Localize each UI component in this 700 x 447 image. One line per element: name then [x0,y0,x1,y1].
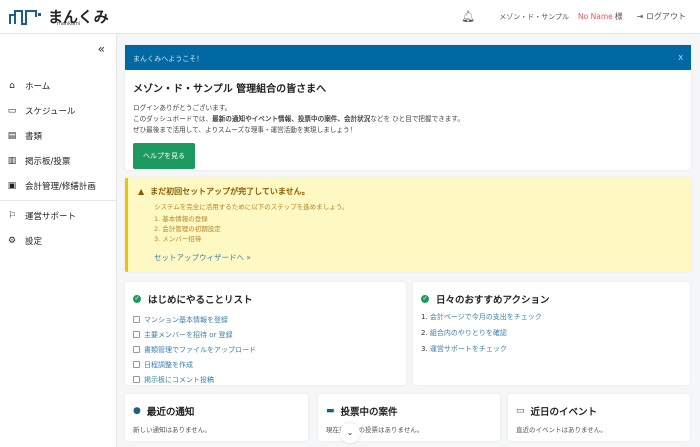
votes-title: 投票中の案件 [341,404,398,418]
chevron-down-icon: ⌄ [347,428,354,437]
setup-text: システムを完全に活用するために以下のステップを進めましょう。 [154,202,681,212]
logo-icon [9,9,43,25]
welcome-title: メゾン・ド・サンプル 管理組合の皆さまへ [133,80,683,95]
logout-icon: ⇥ [637,12,644,21]
checkbox[interactable] [133,376,140,383]
welcome-text: ログインありがとうございます。 このダッシュボードでは、最新の通知やイベント情報… [133,103,683,136]
action-item[interactable]: 2. 組合内のやりとりを確認 [421,328,682,344]
todo-item[interactable]: 主要メンバーを招待 or 登録 [133,327,398,342]
logo-subtitle: mankumi [57,21,80,27]
flag-icon: ⚐ [6,211,18,221]
bell-icon[interactable]: 🔔︎ [461,10,475,23]
gear-icon: ⚙ [6,236,18,246]
calendar-icon: ▭ [516,406,525,416]
checkbox[interactable] [133,316,140,323]
setup-step: 1. 基本情報の登録 [154,214,681,224]
close-button[interactable]: X [678,54,683,61]
setup-step: 2. 会計管理の初期設定 [154,224,681,234]
sidebar-item-documents[interactable]: ▤ 書類 [0,123,116,148]
bell-icon: ● [133,406,141,416]
todo-item[interactable]: 日程調整を作成 [133,357,398,372]
todo-item[interactable]: 掲示板にコメント投稿 [133,372,398,387]
sidebar-item-board[interactable]: ▥ 掲示板/投票 [0,148,116,173]
actions-title: 日々のおすすめアクション [436,292,550,306]
notices-card: ● 最近の通知 新しい通知はありません。 [125,394,308,441]
actions-card: ✓ 日々のおすすめアクション 1. 会計ページで今月の支出をチェック 2. 組合内… [413,282,690,385]
scroll-down-button[interactable]: ⌄ [340,423,360,443]
sidebar-item-label: ホーム [25,80,50,92]
calendar-icon: ▭ [6,106,18,116]
accounting-icon: ▣ [6,181,18,191]
help-button[interactable]: ヘルプを見る [133,143,195,169]
user-name: No Name [578,12,613,21]
check-circle-icon: ✓ [421,295,429,303]
sidebar-item-label: 会計管理/修繕計画 [25,180,96,192]
setup-warning: ▲ まだ初回セットアップが完了していません。 システムを完全に活用するために以下の… [125,178,691,272]
sidebar-item-label: 運営サポート [25,210,76,222]
logout-button[interactable]: ⇥ ログアウト [637,11,686,22]
ballot-icon: ▬ [326,406,335,416]
sidebar-item-schedule[interactable]: ▭ スケジュール [0,98,116,123]
honorific: 様 [615,11,623,22]
sidebar-item-accounting[interactable]: ▣ 会計管理/修繕計画 [0,173,116,198]
sidebar-item-home[interactable]: ⌂ ホーム [0,73,116,98]
logout-label: ログアウト [646,12,686,21]
setup-step: 3. メンバー招待 [154,234,681,244]
setup-title: まだ初回セットアップが完了していません。 [150,186,310,197]
sidebar-item-label: 掲示板/投票 [25,155,70,167]
notices-title: 最近の通知 [147,404,195,418]
top-header: まんくみ mankumi 🔔︎ メゾン・ド・サンプル No Name 様 ⇥ ロ… [0,0,700,34]
collapse-sidebar-icon[interactable]: « [98,42,105,56]
org-name: メゾン・ド・サンプル [499,12,569,22]
sidebar-item-label: スケジュール [25,105,75,117]
welcome-bar-title: まんくみへようこそ！ [133,54,203,61]
checkbox[interactable] [133,361,140,368]
action-item[interactable]: 3. 運営サポートをチェック [421,344,682,360]
warning-icon: ▲ [138,187,144,196]
welcome-card: まんくみへようこそ！ X メゾン・ド・サンプル 管理組合の皆さまへ ログインありが… [125,45,691,170]
document-icon: ▤ [6,131,18,141]
todo-item[interactable]: 書類管理でファイルをアップロード [133,342,398,357]
checkbox[interactable] [133,346,140,353]
events-card: ▭ 近日のイベント 直近のイベントはありません。 [508,394,690,441]
sidebar-item-support[interactable]: ⚐ 運営サポート [0,203,116,228]
sidebar: « ⌂ ホーム ▭ スケジュール ▤ 書類 ▥ 掲示板/投票 ▣ 会計管理/修繕計画 ⚐ 運… [0,34,117,447]
events-empty: 直近のイベントはありません。 [516,424,682,434]
todo-title: はじめにやることリスト [148,292,253,306]
action-item[interactable]: 1. 会計ページで今月の支出をチェック [421,312,682,328]
checkbox[interactable] [133,331,140,338]
todo-item[interactable]: マンション基本情報を登録 [133,312,398,327]
sidebar-item-label: 書類 [25,130,42,142]
sidebar-item-settings[interactable]: ⚙ 設定 [0,228,116,253]
home-icon: ⌂ [6,81,18,91]
board-icon: ▥ [6,156,18,166]
setup-wizard-link[interactable]: セットアップウィザードへ » [154,252,681,263]
sidebar-item-label: 設定 [25,235,42,247]
todo-card: ✓ はじめにやることリスト マンション基本情報を登録 主要メンバーを招待 or 登… [125,282,406,385]
check-circle-icon: ✓ [133,295,141,303]
events-title: 近日のイベント [531,404,598,418]
notices-empty: 新しい通知はありません。 [133,424,300,434]
